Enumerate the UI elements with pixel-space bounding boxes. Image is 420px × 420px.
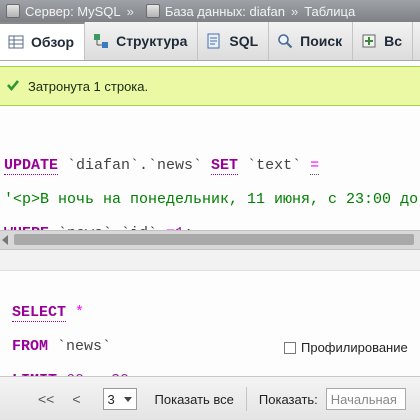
sql-table-name: `diafan`.`news` <box>58 157 212 174</box>
tab-insert[interactable]: Вс <box>353 22 414 60</box>
breadcrumb-separator: » <box>126 3 134 19</box>
update-query-line-2: '<p>В ночь на понедельник, 11 июня, с 23… <box>4 191 420 208</box>
checkmark-icon <box>6 78 20 95</box>
select-query-line-1: SELECT * <box>12 304 420 322</box>
tab-browse-label: Обзор <box>31 34 75 50</box>
update-query-line-1: UPDATE `diafan`.`news` SET `text` = <box>4 157 420 175</box>
profiling-label[interactable]: Профилирование <box>301 340 408 355</box>
breadcrumb-server-label[interactable]: Сервер: MySQL <box>25 4 121 19</box>
browse-icon <box>8 34 24 50</box>
server-icon <box>6 4 20 18</box>
tab-search-label: Поиск <box>300 33 343 49</box>
tab-bar: Обзор Структура SQL Поиск Вс <box>0 22 420 61</box>
page-select-value: 3 <box>107 391 115 407</box>
horizontal-scrollbar[interactable] <box>0 230 420 250</box>
tab-browse[interactable]: Обзор <box>0 22 86 60</box>
tab-sql-label: SQL <box>229 33 259 49</box>
divider <box>245 387 247 411</box>
sql-string-value: '<p>В ночь на понедельник, 11 июня, с 23… <box>4 191 420 208</box>
sql-from-table: `news` <box>48 338 112 355</box>
show-label: Показать: <box>258 391 318 407</box>
success-message-text: Затронута 1 строка. <box>28 78 149 94</box>
breadcrumb: Сервер: MySQL » База данных: diafan » Та… <box>0 0 420 22</box>
structure-icon <box>93 33 109 49</box>
success-message: Затронута 1 строка. <box>0 66 420 106</box>
search-icon <box>277 33 293 49</box>
page-select[interactable]: 3 <box>102 388 137 410</box>
tab-sql[interactable]: SQL <box>198 22 270 60</box>
insert-icon <box>361 33 377 49</box>
breadcrumb-server[interactable]: Сервер: MySQL <box>0 4 121 19</box>
sql-column-name: `text` <box>238 157 311 174</box>
sql-star: * <box>66 304 85 321</box>
prev-page-button[interactable]: < <box>72 391 80 407</box>
chevron-down-icon <box>123 396 132 402</box>
breadcrumb-table-label[interactable]: Таблица <box>304 4 355 19</box>
profiling-checkbox[interactable] <box>284 341 296 354</box>
tab-structure[interactable]: Структура <box>85 22 199 60</box>
sql-keyword-set[interactable]: SET <box>211 157 239 175</box>
breadcrumb-database-label[interactable]: База данных: diafan <box>165 4 285 19</box>
phpmyadmin-screen: Сервер: MySQL » База данных: diafan » Та… <box>0 0 420 420</box>
breadcrumb-database[interactable]: База данных: diafan <box>140 4 285 19</box>
show-all-button[interactable]: Показать все <box>155 392 234 407</box>
scrollbar-thumb[interactable] <box>14 234 414 245</box>
tab-search[interactable]: Поиск <box>269 22 354 60</box>
start-row-placeholder: Начальная <box>330 391 397 407</box>
sql-keyword-update[interactable]: UPDATE <box>4 157 59 175</box>
tab-structure-label: Структура <box>116 33 188 49</box>
start-row-input[interactable]: Начальная <box>325 388 406 410</box>
sql-icon <box>206 33 222 49</box>
sql-keyword-from[interactable]: FROM <box>12 338 48 355</box>
sql-keyword-select[interactable]: SELECT <box>12 304 67 322</box>
profiling-option[interactable]: Профилирование <box>284 340 408 355</box>
pagination-bar: << < 3 Показать все Показать: Начальная <box>0 376 420 420</box>
tab-insert-label: Вс <box>384 33 403 49</box>
first-page-button[interactable]: << <box>38 391 54 407</box>
database-icon <box>145 4 160 18</box>
sql-operator: = <box>310 157 320 175</box>
breadcrumb-separator: » <box>290 3 299 19</box>
scroll-left-icon[interactable] <box>2 235 8 245</box>
section-divider <box>0 250 420 271</box>
